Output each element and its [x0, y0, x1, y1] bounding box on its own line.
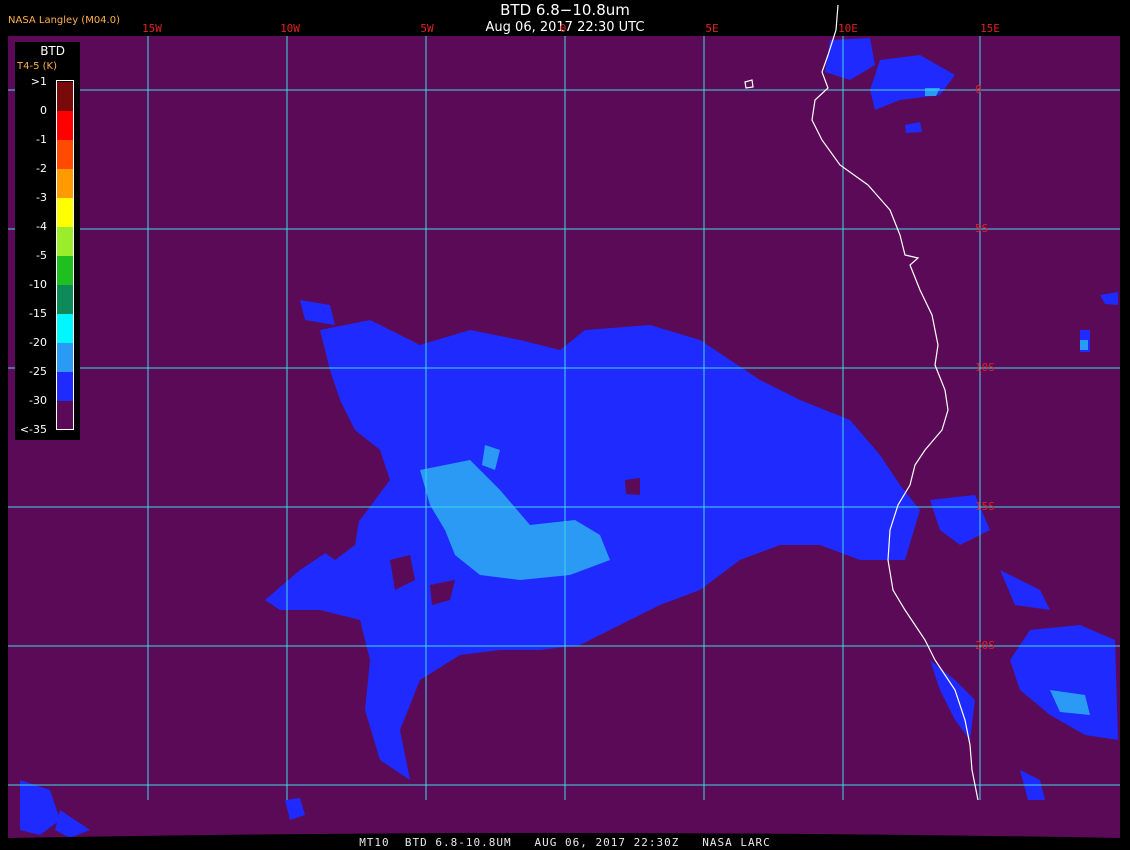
lon-label-10e: 10E: [838, 22, 858, 35]
legend-swatch: [57, 343, 73, 372]
lat-label-10s: 10S: [975, 361, 995, 374]
color-legend: BTD T4-5 (K) >1 0 -1 -2 -3 -4 -5 -10 -15 -20 -25 -3…: [15, 42, 80, 440]
legend-units: T4-5 (K): [17, 61, 57, 72]
legend-tick-label: -2: [36, 162, 47, 175]
legend-tick-label: 0: [40, 104, 47, 117]
legend-title: BTD: [40, 44, 65, 58]
lon-label-15w: 15W: [142, 22, 162, 35]
lon-label-15e: 15E: [980, 22, 1000, 35]
lon-label-10w: 10W: [280, 22, 300, 35]
lat-label-15s: 15S: [975, 500, 995, 513]
legend-tick-label: -1: [36, 133, 47, 146]
legend-swatch: [57, 82, 73, 111]
legend-tick-label: -25: [29, 365, 47, 378]
legend-swatch: [57, 314, 73, 343]
legend-tick-label: >1: [30, 75, 47, 88]
legend-tick-label: -30: [29, 394, 47, 407]
legend-swatch: [57, 372, 73, 401]
legend-tick-label: -10: [29, 278, 47, 291]
legend-tick-label: -3: [36, 191, 47, 204]
lon-label-0: 0: [559, 22, 567, 35]
legend-swatch: [57, 169, 73, 198]
lat-label-20s: 20S: [975, 639, 995, 652]
image-footer: MT10 BTD 6.8-10.8UM AUG 06, 2017 22:30Z …: [359, 836, 771, 849]
legend-swatch: [57, 401, 73, 430]
lat-label-5s: 5S: [975, 222, 989, 235]
lon-label-5w: 5W: [420, 22, 434, 35]
legend-tick-label: -15: [29, 307, 47, 320]
legend-tick-label: -5: [36, 249, 47, 262]
legend-swatch: [57, 256, 73, 285]
legend-tick-label: -20: [29, 336, 47, 349]
lat-label-0: 0: [975, 83, 982, 96]
legend-swatch: [57, 111, 73, 140]
legend-swatch: [57, 227, 73, 256]
legend-swatch: [57, 140, 73, 169]
satellite-map: [0, 0, 1130, 850]
lon-label-5e: 5E: [705, 22, 719, 35]
legend-swatch: [57, 198, 73, 227]
product-title: BTD 6.8−10.8um: [500, 1, 630, 19]
legend-tick-label: <-35: [19, 423, 47, 436]
legend-swatch: [57, 285, 73, 314]
legend-tick-label: -4: [36, 220, 47, 233]
